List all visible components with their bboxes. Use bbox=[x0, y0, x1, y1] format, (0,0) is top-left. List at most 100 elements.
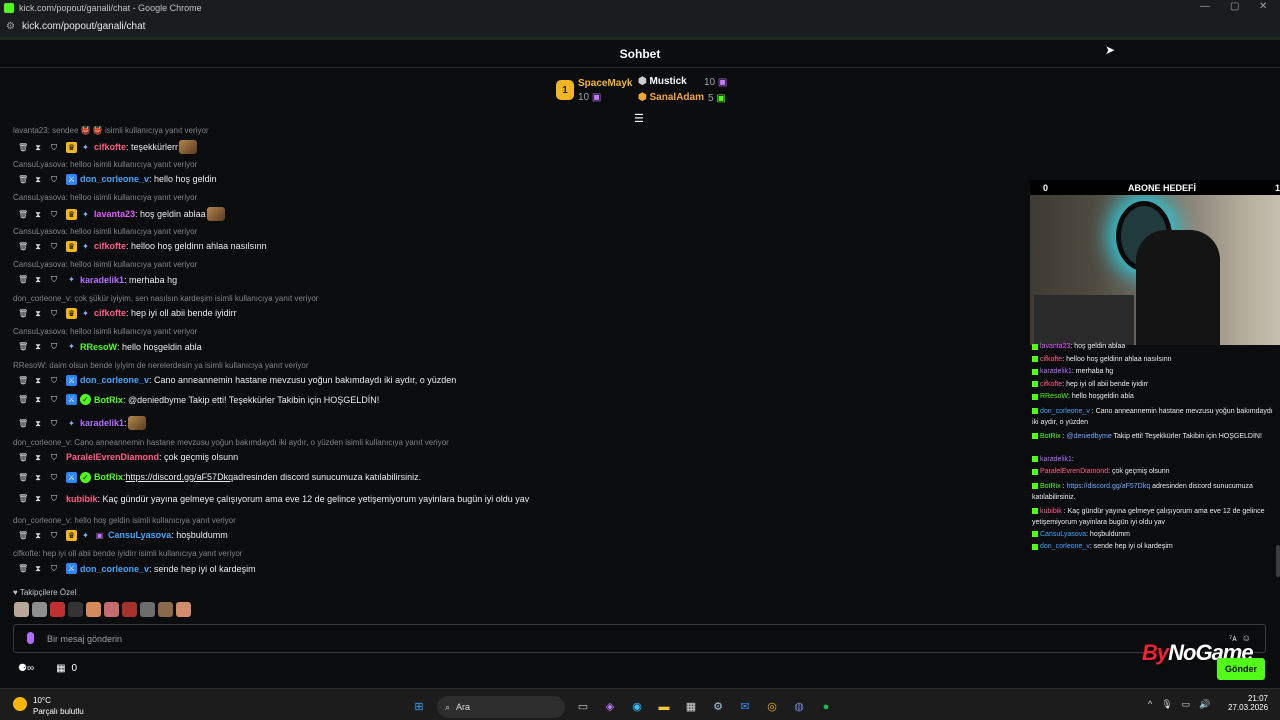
discord-icon[interactable]: ◍ bbox=[790, 698, 808, 716]
timeout-icon[interactable]: ⧗ bbox=[34, 564, 42, 573]
copilot-icon[interactable]: ◈ bbox=[601, 698, 619, 716]
chevron-up-icon[interactable]: ^ bbox=[1148, 699, 1152, 710]
timeout-icon[interactable]: ⧗ bbox=[34, 395, 42, 404]
delete-icon[interactable]: 🗑 bbox=[18, 395, 28, 404]
emote-item[interactable] bbox=[32, 602, 47, 617]
scrollbar[interactable] bbox=[1276, 545, 1280, 577]
reply-context[interactable]: don_corleone_v: Cano anneannemin hastane… bbox=[13, 438, 449, 447]
timeout-icon[interactable]: ⧗ bbox=[34, 175, 42, 184]
ban-icon[interactable]: ⛉ bbox=[50, 309, 58, 318]
ban-icon[interactable]: ⛉ bbox=[50, 210, 58, 219]
emote-item[interactable] bbox=[122, 602, 137, 617]
delete-icon[interactable]: 🗑 bbox=[18, 175, 28, 184]
emote-item[interactable] bbox=[86, 602, 101, 617]
emote-item[interactable] bbox=[104, 602, 119, 617]
emote-item[interactable] bbox=[158, 602, 173, 617]
reply-context[interactable]: lavanta23: sendee 👹 👹 isimli kullanıcıya… bbox=[13, 126, 209, 135]
delete-icon[interactable]: 🗑 bbox=[18, 210, 28, 219]
windows-start-icon[interactable]: ⊞ bbox=[410, 698, 428, 716]
username[interactable]: cifkofte bbox=[94, 142, 126, 152]
ban-icon[interactable]: ⛉ bbox=[50, 419, 58, 428]
gifter-2-name[interactable]: ⬢ Mustick bbox=[638, 76, 687, 87]
ban-icon[interactable]: ⛉ bbox=[50, 175, 58, 184]
ban-icon[interactable]: ⛉ bbox=[50, 453, 58, 462]
send-button[interactable]: Gönder bbox=[1217, 658, 1265, 680]
timeout-icon[interactable]: ⧗ bbox=[34, 242, 42, 251]
delete-icon[interactable]: 🗑 bbox=[18, 531, 28, 540]
task-view-icon[interactable]: ▭ bbox=[574, 698, 592, 716]
username[interactable]: don_corleone_v bbox=[80, 564, 149, 574]
steam-icon[interactable]: ⚙ bbox=[709, 698, 727, 716]
ban-icon[interactable]: ⛉ bbox=[50, 275, 58, 284]
close-button[interactable]: ✕ bbox=[1259, 1, 1267, 12]
delete-icon[interactable]: 🗑 bbox=[18, 473, 28, 482]
delete-icon[interactable]: 🗑 bbox=[18, 143, 28, 152]
timeout-icon[interactable]: ⧗ bbox=[34, 342, 42, 351]
ban-icon[interactable]: ⛉ bbox=[50, 531, 58, 540]
emote-item[interactable] bbox=[50, 602, 65, 617]
reply-context[interactable]: don_corleone_v: hello hoş geldin isimli … bbox=[13, 516, 236, 525]
address-bar[interactable]: ⚙ kick.com/popout/ganali/chat bbox=[0, 16, 1280, 38]
timeout-icon[interactable]: ⧗ bbox=[34, 143, 42, 152]
delete-icon[interactable]: 🗑 bbox=[18, 309, 28, 318]
edge-icon[interactable]: ◉ bbox=[628, 698, 646, 716]
ban-icon[interactable]: ⛉ bbox=[50, 376, 58, 385]
ban-icon[interactable]: ⛉ bbox=[50, 342, 58, 351]
timeout-icon[interactable]: ⧗ bbox=[34, 419, 42, 428]
username[interactable]: karadelik1 bbox=[80, 275, 124, 285]
clock[interactable]: 21:07 27.03.2026 bbox=[1228, 694, 1268, 712]
ban-icon[interactable]: ⛉ bbox=[50, 395, 58, 404]
delete-icon[interactable]: 🗑 bbox=[18, 242, 28, 251]
delete-icon[interactable]: 🗑 bbox=[18, 564, 28, 573]
timeout-icon[interactable]: ⧗ bbox=[34, 275, 42, 284]
reply-context[interactable]: CansuLyasova: helloo isimli kullanıcıya … bbox=[13, 227, 197, 236]
url-text[interactable]: kick.com/popout/ganali/chat bbox=[22, 21, 145, 32]
reply-context[interactable]: RResoW: daim olsun bende iyiyim de nerel… bbox=[13, 361, 309, 370]
username[interactable]: don_corleone_v bbox=[80, 174, 149, 184]
delete-icon[interactable]: 🗑 bbox=[18, 453, 28, 462]
username[interactable]: cifkofte bbox=[94, 308, 126, 318]
delete-icon[interactable]: 🗑 bbox=[18, 419, 28, 428]
emote-item[interactable] bbox=[14, 602, 29, 617]
ban-icon[interactable]: ⛉ bbox=[50, 564, 58, 573]
microphone-icon[interactable] bbox=[27, 632, 34, 644]
spotify-icon[interactable]: ● bbox=[817, 698, 835, 716]
reply-context[interactable]: don_corleone_v: çok şükür iyiyim, sen na… bbox=[13, 294, 318, 303]
timeout-icon[interactable]: ⧗ bbox=[34, 210, 42, 219]
username[interactable]: RResoW bbox=[80, 342, 117, 352]
reply-context[interactable]: cifkofte: hep iyi oll abii bende iyidirr… bbox=[13, 549, 242, 558]
channel-points-icon[interactable]: ⚈∞ bbox=[18, 663, 34, 674]
username[interactable]: kubibik bbox=[66, 494, 98, 504]
timeout-icon[interactable]: ⧗ bbox=[34, 376, 42, 385]
emote-item[interactable] bbox=[68, 602, 83, 617]
mic-tray-icon[interactable]: 🎙 bbox=[1161, 699, 1172, 710]
username[interactable]: BotRix bbox=[94, 472, 123, 482]
emote-item[interactable] bbox=[140, 602, 155, 617]
mail-icon[interactable]: ✉ bbox=[736, 698, 754, 716]
timeout-icon[interactable]: ⧗ bbox=[34, 473, 42, 482]
taskbar-search[interactable]: ⌕ Ara bbox=[437, 696, 565, 718]
calculator-icon[interactable]: ▦ bbox=[682, 698, 700, 716]
file-explorer-icon[interactable]: ▬ bbox=[655, 698, 673, 716]
site-info-icon[interactable]: ⚙ bbox=[6, 21, 22, 32]
delete-icon[interactable]: 🗑 bbox=[18, 494, 28, 503]
username[interactable]: CansuLyasova bbox=[108, 530, 171, 540]
discord-link[interactable]: https://discord.gg/aF57Dkq bbox=[126, 472, 234, 482]
reply-context[interactable]: CansuLyasova: helloo isimli kullanıcıya … bbox=[13, 327, 197, 336]
gifter-1-name[interactable]: SpaceMayk bbox=[578, 78, 632, 89]
ban-icon[interactable]: ⛉ bbox=[50, 242, 58, 251]
username[interactable]: karadelik1 bbox=[80, 418, 124, 428]
message-input[interactable] bbox=[47, 631, 1147, 647]
emote-item[interactable] bbox=[176, 602, 191, 617]
username[interactable]: cifkofte bbox=[94, 241, 126, 251]
username[interactable]: BotRix bbox=[94, 395, 123, 405]
display-icon[interactable]: ▭ bbox=[1182, 699, 1191, 710]
delete-icon[interactable]: 🗑 bbox=[18, 342, 28, 351]
ban-icon[interactable]: ⛉ bbox=[50, 143, 58, 152]
username[interactable]: ParalelEvrenDiamond bbox=[66, 452, 159, 462]
username[interactable]: don_corleone_v bbox=[80, 375, 149, 385]
ban-icon[interactable]: ⛉ bbox=[50, 473, 58, 482]
gifter-3-name[interactable]: ⬢ SanalAdam bbox=[638, 92, 704, 103]
timeout-icon[interactable]: ⧗ bbox=[34, 309, 42, 318]
timeout-icon[interactable]: ⧗ bbox=[34, 494, 42, 503]
